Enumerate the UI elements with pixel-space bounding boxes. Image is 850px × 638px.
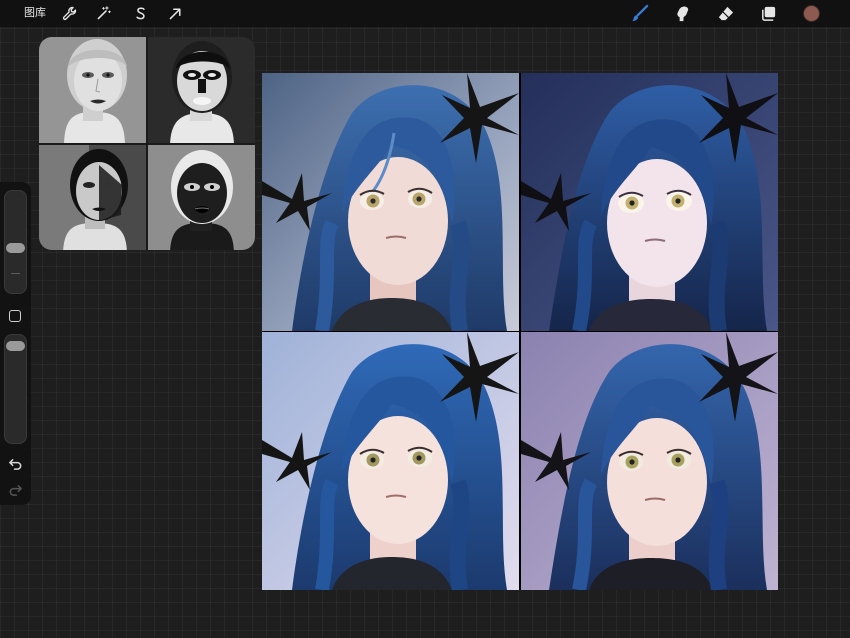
artwork-canvas[interactable] (262, 73, 778, 590)
portrait-panel-2 (521, 73, 778, 331)
top-toolbar: 图库 (0, 0, 850, 27)
color-picker-button[interactable] (803, 5, 820, 22)
portrait-panel-1 (262, 73, 519, 331)
reference-high-contrast (39, 145, 146, 250)
smudge-icon[interactable] (673, 4, 692, 23)
reference-window[interactable] (39, 37, 255, 250)
opacity-slider[interactable] (4, 334, 27, 444)
wrench-icon[interactable] (61, 5, 78, 22)
brush-size-slider[interactable] (4, 190, 27, 294)
brush-icon[interactable] (630, 4, 649, 23)
slider-tick-mark (11, 273, 20, 274)
reference-normal (39, 37, 146, 143)
portrait-panel-3 (262, 332, 519, 590)
brush-size-thumb[interactable] (6, 243, 25, 253)
magic-wand-icon[interactable] (95, 5, 112, 22)
transform-arrow-icon[interactable] (167, 5, 184, 22)
reference-inverted (148, 37, 255, 143)
modify-button[interactable] (9, 310, 21, 322)
redo-icon[interactable] (8, 482, 23, 497)
left-sidebar (0, 182, 31, 505)
portrait-panel-4 (521, 332, 778, 590)
opacity-thumb[interactable] (6, 341, 25, 351)
eraser-icon[interactable] (716, 4, 735, 23)
undo-icon[interactable] (8, 456, 23, 471)
gallery-button[interactable]: 图库 (24, 6, 46, 20)
selection-s-icon[interactable] (132, 5, 149, 22)
reference-dark (148, 145, 255, 250)
layers-icon[interactable] (759, 4, 778, 23)
